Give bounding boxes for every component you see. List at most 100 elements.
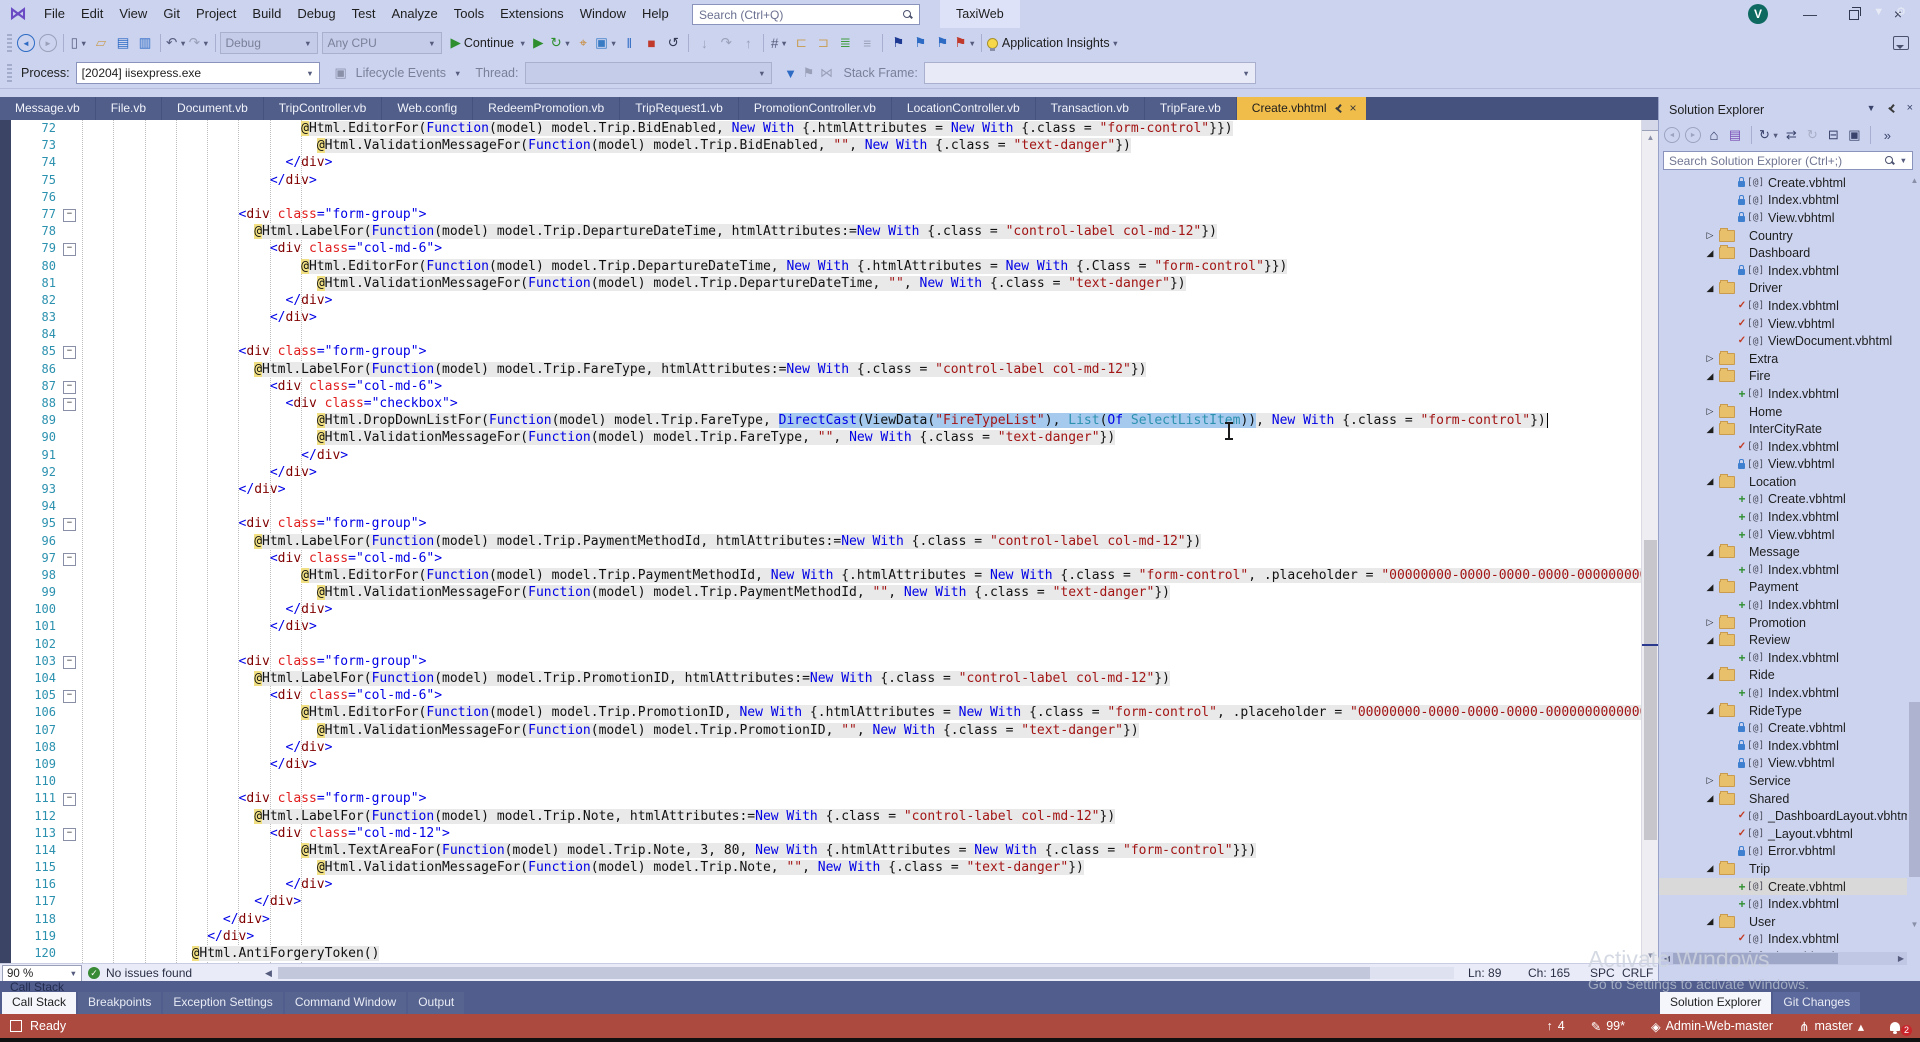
step-over-icon[interactable]: ↷ xyxy=(715,32,737,54)
tab-locationcontroller.vb[interactable]: LocationController.vb xyxy=(891,97,1035,120)
tree-file-index.vbhtml[interactable]: ✓ [@] Index.vbhtml xyxy=(1659,931,1907,949)
tree-file-error.vbhtml[interactable]: [@] Error.vbhtml xyxy=(1659,843,1907,861)
tab-tripfare.vb[interactable]: TripFare.vb xyxy=(1144,97,1236,120)
editor-horizontal-scrollbar[interactable] xyxy=(278,967,1454,979)
stack-frame-combo[interactable]: ▼ xyxy=(923,62,1256,84)
code-line-79[interactable]: 79− <div class="col-md-6"> xyxy=(0,240,1641,257)
column-indicator[interactable]: Ch: 165 xyxy=(1528,966,1570,980)
se-hscroll-thumb[interactable] xyxy=(1673,953,1838,964)
splitter-handle[interactable] xyxy=(1642,120,1658,131)
collapse-box-icon[interactable]: − xyxy=(63,243,76,257)
tree-folder-user[interactable]: ◢ User xyxy=(1659,913,1907,931)
expander-open-icon[interactable]: ◢ xyxy=(1705,248,1715,259)
code-line-81[interactable]: 81 @Html.ValidationMessageFor(Function(m… xyxy=(0,275,1641,292)
tab-promotioncontroller.vb[interactable]: PromotionController.vb xyxy=(738,97,891,120)
nav-back-icon[interactable]: ◄ xyxy=(15,32,37,54)
code-line-101[interactable]: 101 </div> xyxy=(0,618,1641,635)
indent-increase-icon[interactable]: ⊐ xyxy=(812,32,834,54)
menu-debug[interactable]: Debug xyxy=(289,0,343,28)
code-line-73[interactable]: 73 @Html.ValidationMessageFor(Function(m… xyxy=(0,137,1641,154)
open-folder-icon[interactable]: ▱ xyxy=(90,32,112,54)
scroll-down-icon[interactable]: ▼ xyxy=(1642,949,1658,963)
tree-folder-payment[interactable]: ◢ Payment xyxy=(1659,579,1907,597)
tree-file-index.vbhtml[interactable]: + [@] Index.vbhtml xyxy=(1659,561,1907,579)
se-hscroll-left-icon[interactable]: ◀ xyxy=(1661,952,1673,965)
tab-triprequest1.vb[interactable]: TripRequest1.vb xyxy=(620,97,738,120)
platform-combo[interactable]: Any CPU ▼ xyxy=(321,32,442,54)
collapse-box-icon[interactable]: − xyxy=(63,552,76,566)
code-line-83[interactable]: 83 </div> xyxy=(0,309,1641,326)
tree-file-_layout.vbhtml[interactable]: ✓ [@] _Layout.vbhtml xyxy=(1659,825,1907,843)
expander-open-icon[interactable]: ◢ xyxy=(1705,547,1715,558)
code-editor[interactable]: 72 @Html.EditorFor(Function(model) model… xyxy=(0,120,1658,963)
tab-settings-gear-icon[interactable]: ⚙ xyxy=(1896,5,1906,18)
sort-lines-icon[interactable]: ≣ xyxy=(834,32,856,54)
tree-folder-shared[interactable]: ◢ Shared xyxy=(1659,790,1907,808)
collapse-box-icon[interactable]: − xyxy=(63,380,76,394)
code-line-88[interactable]: 88− <div class="checkbox"> xyxy=(0,395,1641,412)
pause-icon[interactable]: ‖ xyxy=(618,32,640,54)
code-line-82[interactable]: 82 </div> xyxy=(0,292,1641,309)
code-line-112[interactable]: 112 @Html.LabelFor(Function(model) model… xyxy=(0,808,1641,825)
tab-web.config[interactable]: Web.config xyxy=(382,97,473,120)
expander-open-icon[interactable]: ◢ xyxy=(1705,793,1715,804)
code-line-116[interactable]: 116 </div> xyxy=(0,876,1641,893)
tree-folder-dashboard[interactable]: ◢ Dashboard xyxy=(1659,244,1907,262)
tree-file-index.vbhtml[interactable]: ✓ [@] Index.vbhtml xyxy=(1659,438,1907,456)
se-back-icon[interactable]: ◄ xyxy=(1663,125,1681,145)
lifecycle-events-label[interactable]: Lifecycle Events xyxy=(356,66,446,80)
code-line-77[interactable]: 77− <div class="form-group"> xyxy=(0,206,1641,223)
tree-file-index.vbhtml[interactable]: + [@] Index.vbhtml xyxy=(1659,508,1907,526)
code-line-98[interactable]: 98 @Html.EditorFor(Function(model) model… xyxy=(0,567,1641,584)
tool-tab-breakpoints[interactable]: Breakpoints xyxy=(78,992,162,1014)
tab-message.vb[interactable]: Message.vb xyxy=(0,97,95,120)
tab-create.vbhtml[interactable]: Create.vbhtml × xyxy=(1236,97,1366,120)
tool-tab-call-stack[interactable]: Call Stack xyxy=(2,992,77,1014)
tree-folder-trip[interactable]: ◢ Trip xyxy=(1659,860,1907,878)
code-line-117[interactable]: 117 </div> xyxy=(0,893,1641,910)
code-line-74[interactable]: 74 </div> xyxy=(0,154,1641,171)
step-into-icon[interactable]: ↓ xyxy=(693,32,715,54)
code-line-103[interactable]: 103− <div class="form-group"> xyxy=(0,653,1641,670)
code-line-109[interactable]: 109 </div> xyxy=(0,756,1641,773)
attach-icon[interactable]: ⌖ xyxy=(572,32,594,54)
tab-pin-icon[interactable] xyxy=(1334,104,1343,113)
minimize-button[interactable]: — xyxy=(1788,0,1832,28)
expander-open-icon[interactable]: ◢ xyxy=(1705,670,1715,681)
tree-folder-driver[interactable]: ◢ Driver xyxy=(1659,280,1907,298)
flag-threads-icon[interactable]: ⚑ xyxy=(800,63,818,83)
expander-open-icon[interactable]: ◢ xyxy=(1705,424,1715,435)
tree-file-view.vbhtml[interactable]: [@] View.vbhtml xyxy=(1659,755,1907,773)
process-combo[interactable]: [20204] iisexpress.exe ▼ xyxy=(75,62,320,84)
indent-decrease-icon[interactable]: ⊏ xyxy=(790,32,812,54)
quick-search-input[interactable]: Search (Ctrl+Q) xyxy=(692,4,920,25)
tree-folder-promotion[interactable]: ▷ Promotion xyxy=(1659,614,1907,632)
tree-folder-fire[interactable]: ◢ Fire xyxy=(1659,368,1907,386)
menu-test[interactable]: Test xyxy=(344,0,384,28)
thread-combo[interactable]: ▼ xyxy=(524,62,772,84)
code-line-85[interactable]: 85− <div class="form-group"> xyxy=(0,343,1641,360)
new-file-icon[interactable]: ▯ ▼ xyxy=(68,32,90,54)
tree-file-view.vbhtml[interactable]: [@] View.vbhtml xyxy=(1659,456,1907,474)
menu-analyze[interactable]: Analyze xyxy=(383,0,445,28)
bookmark-icon[interactable]: ⚑ xyxy=(887,32,909,54)
expander-open-icon[interactable]: ◢ xyxy=(1705,863,1715,874)
code-line-108[interactable]: 108 </div> xyxy=(0,739,1641,756)
redo-icon[interactable]: ↷ ▼ xyxy=(188,32,211,54)
git-push-indicator[interactable]: ↑ 4 xyxy=(1547,1019,1565,1033)
tree-file-index.vbhtml[interactable]: + [@] Index.vbhtml xyxy=(1659,684,1907,702)
menu-file[interactable]: File xyxy=(36,0,73,28)
menu-view[interactable]: View xyxy=(111,0,155,28)
collapse-box-icon[interactable]: − xyxy=(63,690,76,704)
git-edits-indicator[interactable]: ✎ 99* xyxy=(1591,1019,1625,1034)
se-scroll-down-icon[interactable]: ▼ xyxy=(1908,918,1920,932)
tree-file-viewdocument.vbhtml[interactable]: ✓ [@] ViewDocument.vbhtml xyxy=(1659,332,1907,350)
code-line-95[interactable]: 95− <div class="form-group"> xyxy=(0,515,1641,532)
tree-file-index.vbhtml[interactable]: ✓ [@] Index.vbhtml xyxy=(1659,297,1907,315)
bookmark-delete-icon[interactable]: ⚑ ▼ xyxy=(953,32,977,54)
tree-file-create.vbhtml[interactable]: [@] Create.vbhtml xyxy=(1659,174,1907,192)
menu-tools[interactable]: Tools xyxy=(446,0,492,28)
hscroll-left-icon[interactable]: ◀ xyxy=(265,968,272,979)
save-icon[interactable]: ▤ xyxy=(112,32,134,54)
tree-folder-intercityrate[interactable]: ◢ InterCityRate xyxy=(1659,420,1907,438)
